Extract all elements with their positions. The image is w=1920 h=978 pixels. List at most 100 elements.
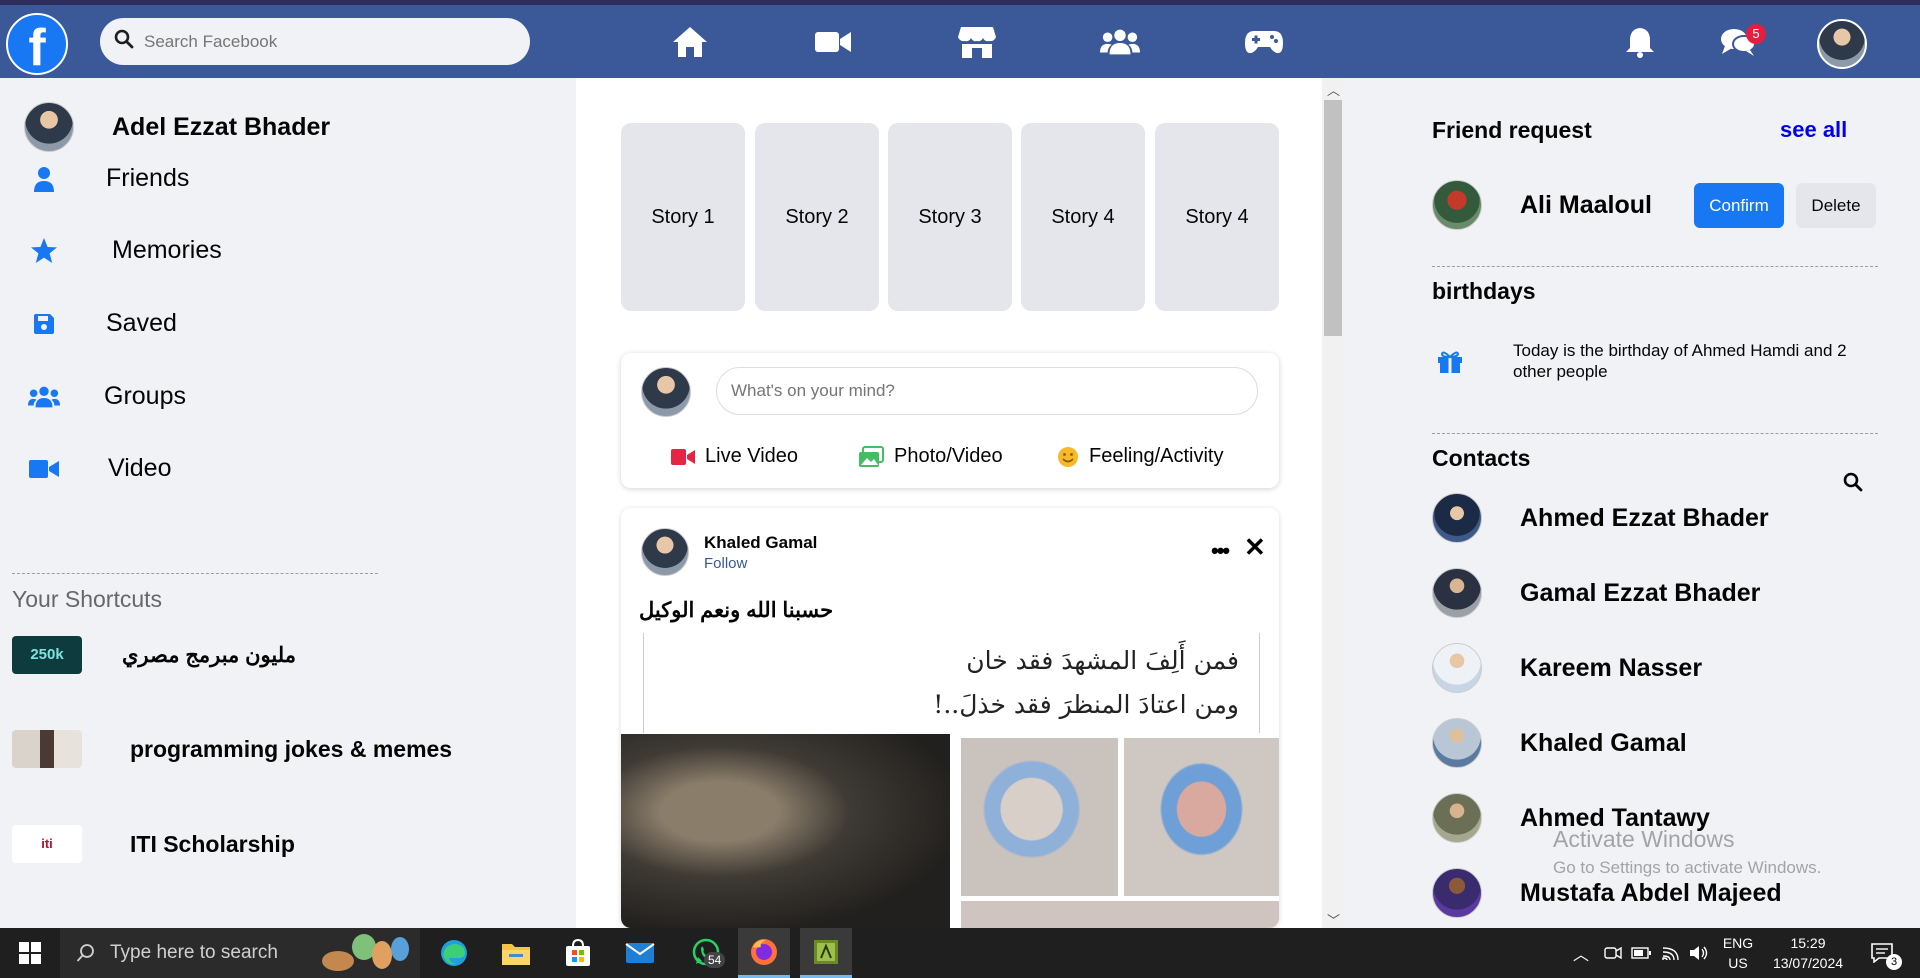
clock[interactable]: 15:29 13/07/2024 (1766, 933, 1850, 973)
contact-name: Kareem Nasser (1520, 653, 1703, 682)
smile-icon (1057, 446, 1079, 468)
see-all-link[interactable]: see all (1780, 117, 1847, 143)
post-text: حسبنا الله ونعم الوكيل (639, 599, 834, 622)
post-author[interactable]: Khaled Gamal (704, 533, 817, 553)
messenger-badge: 5 (1746, 24, 1766, 44)
input-language[interactable]: ENG US (1718, 933, 1758, 973)
avatar (1432, 493, 1482, 543)
mail-icon[interactable] (614, 928, 666, 978)
microsoft-store-icon[interactable] (552, 928, 604, 978)
post-photo[interactable] (621, 734, 950, 928)
volume-icon[interactable] (1686, 928, 1712, 978)
activate-windows-title: Activate Windows (1553, 826, 1735, 852)
notification-center-icon[interactable]: 3 (1862, 928, 1902, 978)
taskbar-search-placeholder: Type here to search (110, 942, 278, 963)
story-card[interactable]: Story 2 (755, 123, 879, 311)
status-input[interactable] (716, 367, 1258, 415)
sidebar-item-memories[interactable]: Memories (28, 236, 222, 265)
birthdays-title: birthdays (1432, 278, 1536, 304)
home-icon[interactable] (670, 25, 710, 59)
facebook-logo[interactable]: f (6, 13, 68, 75)
edge-browser-icon[interactable] (428, 928, 480, 978)
wifi-icon[interactable] (1658, 928, 1684, 978)
gaming-icon[interactable] (1244, 25, 1284, 59)
quote-line: فمن أَلِفَ المشهدَ فقد خان (966, 646, 1239, 675)
birthday-text[interactable]: Today is the birthday of Ahmed Hamdi and… (1513, 340, 1873, 382)
video-icon[interactable] (813, 25, 853, 59)
profile-name: Adel Ezzat Bhader (112, 112, 331, 141)
more-options-icon[interactable]: ••• (1211, 538, 1230, 564)
left-sidebar: Adel Ezzat Bhader Friends Memories Saved… (0, 78, 576, 928)
windows-start-icon[interactable] (0, 928, 60, 978)
search-highlight-icon (320, 933, 412, 973)
avatar (1432, 180, 1482, 230)
close-icon[interactable]: ✕ (1244, 532, 1266, 563)
divider (1432, 266, 1878, 267)
contact-item[interactable]: Gamal Ezzat Bhader (1432, 568, 1760, 618)
gift-icon (1437, 350, 1463, 379)
meet-now-icon[interactable] (1600, 928, 1626, 978)
account-avatar[interactable] (1817, 19, 1867, 69)
contact-name: Ahmed Ezzat Bhader (1520, 503, 1769, 532)
sidebar-item-friends[interactable]: Friends (28, 164, 189, 193)
shortcut-thumbnail: 250k (12, 636, 82, 674)
shortcut-label: programming jokes & memes (130, 735, 453, 762)
photo-video-button[interactable]: Photo/Video (858, 445, 1003, 468)
sidebar-item-saved[interactable]: Saved (28, 309, 177, 338)
contacts-title: Contacts (1432, 445, 1531, 471)
story-card[interactable]: Story 4 (1021, 123, 1145, 311)
follow-link[interactable]: Follow (704, 555, 747, 572)
groups-icon[interactable] (1100, 25, 1140, 59)
photo-video-label: Photo/Video (894, 445, 1003, 467)
sidebar-item-label: Video (108, 454, 172, 482)
bell-icon[interactable] (1620, 25, 1660, 59)
scroll-up-arrow[interactable]: ︿ (1327, 80, 1340, 99)
feeling-activity-button[interactable]: Feeling/Activity (1057, 445, 1224, 468)
firefox-icon[interactable] (738, 928, 790, 978)
battery-icon[interactable] (1628, 928, 1654, 978)
marketplace-icon[interactable] (957, 25, 997, 59)
delete-button[interactable]: Delete (1796, 183, 1876, 228)
chevron-up-icon[interactable]: ︿ (1568, 928, 1594, 978)
taskbar-search[interactable]: Type here to search (60, 928, 420, 978)
post-photo[interactable] (1124, 738, 1279, 896)
shortcut-item[interactable]: programming jokes & memes (12, 730, 452, 768)
app-icon[interactable] (800, 928, 852, 978)
save-icon (28, 313, 60, 335)
profile-link[interactable]: Adel Ezzat Bhader (24, 102, 330, 152)
contact-item[interactable]: Ahmed Ezzat Bhader (1432, 493, 1769, 543)
notification-count: 3 (1886, 954, 1902, 970)
story-card[interactable]: Story 3 (888, 123, 1012, 311)
post-photo[interactable] (961, 901, 1279, 928)
story-card[interactable]: Story 1 (621, 123, 745, 311)
request-name: Ali Maaloul (1520, 190, 1652, 219)
contact-name: Khaled Gamal (1520, 728, 1687, 757)
search-icon[interactable] (1843, 472, 1863, 497)
search-input[interactable] (144, 31, 524, 52)
friend-request-title: Friend request (1432, 117, 1592, 143)
live-video-button[interactable]: Live Video (671, 445, 798, 468)
activate-windows-subtitle: Go to Settings to activate Windows. (1553, 858, 1822, 877)
sidebar-item-label: Memories (112, 236, 222, 264)
shortcut-label: مليون مبرمج مصري (122, 643, 296, 667)
friend-request-row[interactable]: Ali Maaloul (1432, 180, 1652, 230)
sidebar-item-label: Groups (104, 382, 186, 410)
scrollbar-thumb[interactable] (1324, 100, 1342, 336)
shortcut-item[interactable]: 250k مليون مبرمج مصري (12, 636, 296, 674)
avatar[interactable] (641, 528, 689, 576)
search-box[interactable] (100, 18, 530, 65)
sidebar-item-video[interactable]: Video (28, 454, 172, 483)
file-explorer-icon[interactable] (490, 928, 542, 978)
contact-name: Mustafa Abdel Majeed (1520, 878, 1782, 907)
story-card[interactable]: Story 4 (1155, 123, 1279, 311)
shortcut-item[interactable]: iti ITI Scholarship (12, 825, 295, 863)
whatsapp-icon[interactable]: 54 (676, 928, 736, 978)
contact-item[interactable]: Kareem Nasser (1432, 643, 1702, 693)
scroll-down-arrow[interactable]: ﹀ (1327, 910, 1340, 929)
contact-item[interactable]: Khaled Gamal (1432, 718, 1687, 768)
post-photo[interactable] (961, 738, 1118, 896)
users-icon (28, 385, 60, 409)
sidebar-item-groups[interactable]: Groups (28, 382, 186, 411)
region-code: US (1728, 955, 1748, 971)
confirm-button[interactable]: Confirm (1694, 183, 1784, 228)
